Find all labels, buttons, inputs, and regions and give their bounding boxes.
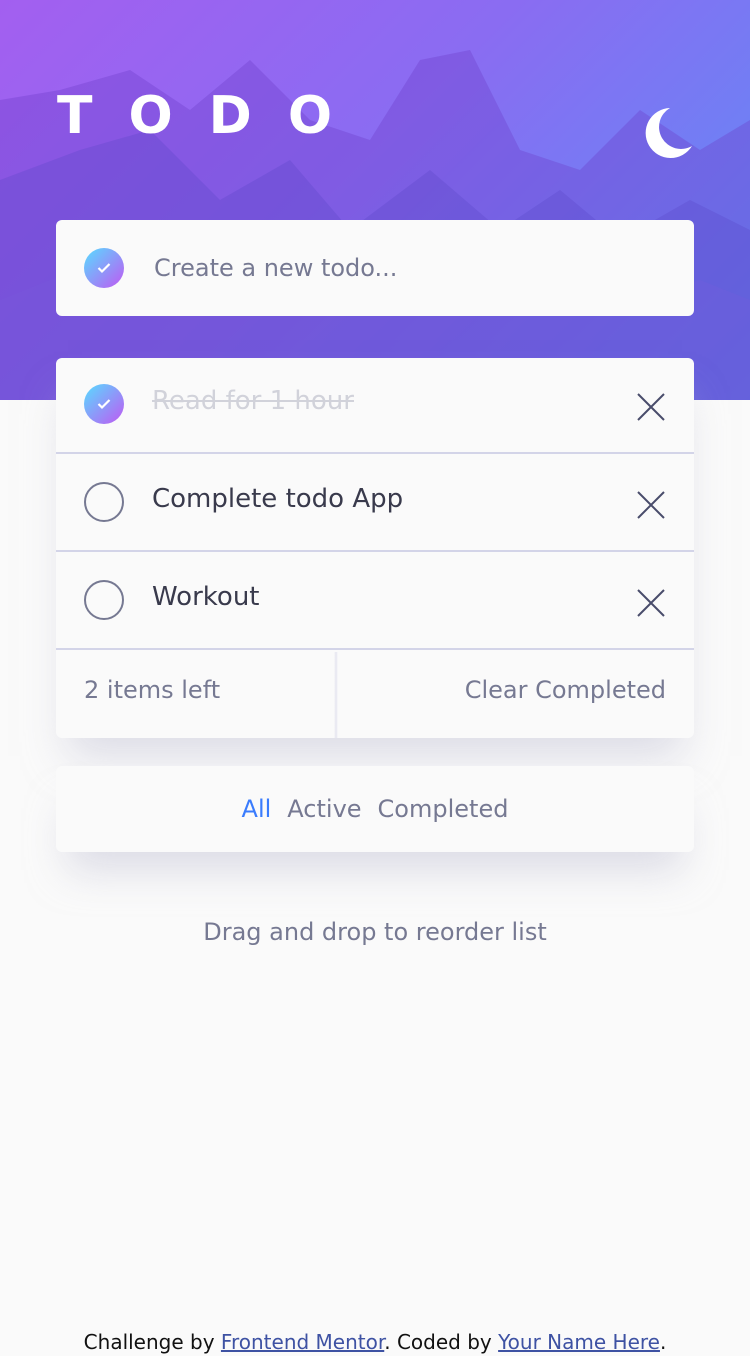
list-item[interactable]: Read for 1 hour	[56, 358, 694, 454]
attribution-prefix: Challenge by	[83, 1330, 221, 1354]
todo-text: Complete todo App	[152, 484, 404, 514]
close-icon	[637, 589, 665, 617]
delete-button[interactable]	[636, 588, 666, 618]
frontend-mentor-link[interactable]: Frontend Mentor	[221, 1330, 384, 1354]
todo-text: Read for 1 hour	[152, 386, 354, 416]
theme-toggle-button[interactable]	[640, 106, 694, 160]
reorder-hint: Drag and drop to reorder list	[203, 918, 547, 946]
check-icon	[97, 399, 111, 410]
author-link[interactable]: Your Name Here	[498, 1330, 660, 1354]
list-footer: 2 items left Clear Completed	[56, 652, 694, 738]
delete-button[interactable]	[636, 490, 666, 520]
header-background: TODO	[0, 0, 750, 400]
new-todo-input[interactable]	[154, 244, 654, 292]
attribution-suffix: .	[659, 1330, 667, 1354]
moon-icon	[645, 108, 692, 158]
todo-checkbox[interactable]	[84, 384, 124, 424]
attribution-middle: . Coded by	[384, 1330, 499, 1354]
filter-bar: All Active Completed	[56, 766, 694, 852]
check-icon	[97, 263, 111, 274]
clear-completed-button[interactable]: Clear Completed	[465, 676, 666, 704]
todo-checkbox[interactable]	[84, 580, 124, 620]
list-item[interactable]: Complete todo App	[56, 456, 694, 552]
close-icon	[637, 491, 665, 519]
close-icon	[637, 393, 665, 421]
todo-checkbox[interactable]	[84, 482, 124, 522]
delete-button[interactable]	[636, 392, 666, 422]
new-todo-card	[56, 220, 694, 316]
mountain-illustration	[0, 50, 750, 400]
attribution: Challenge by Frontend Mentor. Coded by Y…	[0, 1330, 750, 1354]
todo-text: Workout	[152, 582, 260, 612]
todo-list: Read for 1 hour Complete todo App Workou…	[56, 358, 694, 738]
footer-divider	[334, 652, 338, 738]
app-title: TODO	[57, 86, 369, 146]
filter-completed[interactable]: Completed	[378, 795, 509, 823]
filter-all[interactable]: All	[242, 795, 272, 823]
filter-active[interactable]: Active	[287, 795, 361, 823]
items-left-count: 2 items left	[84, 676, 221, 704]
new-todo-toggle[interactable]	[84, 248, 124, 288]
list-item[interactable]: Workout	[56, 554, 694, 650]
